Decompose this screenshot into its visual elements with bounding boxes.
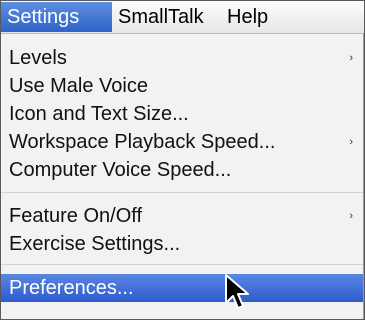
menu-item-exercise-settings[interactable]: Exercise Settings... bbox=[1, 230, 363, 258]
menu-item-levels[interactable]: Levels › bbox=[1, 44, 363, 72]
menu-item-label: Exercise Settings... bbox=[9, 233, 181, 255]
menu-item-label: Icon and Text Size... bbox=[9, 103, 189, 125]
settings-dropdown: Levels › Use Male Voice Icon and Text Si… bbox=[1, 34, 364, 319]
menu-item-preferences[interactable]: Preferences... bbox=[1, 274, 363, 302]
menu-separator bbox=[1, 192, 363, 193]
arrow-cursor-icon bbox=[225, 274, 249, 309]
menu-item-computer-voice-speed[interactable]: Computer Voice Speed... bbox=[1, 156, 363, 184]
menu-item-label: Computer Voice Speed... bbox=[9, 159, 232, 181]
menu-smalltalk[interactable]: SmallTalk bbox=[112, 2, 210, 32]
menu-item-label: Feature On/Off bbox=[9, 205, 143, 227]
submenu-arrow-icon: › bbox=[349, 210, 353, 222]
menu-item-label: Workspace Playback Speed... bbox=[9, 131, 276, 153]
menu-item-feature-on-off[interactable]: Feature On/Off › bbox=[1, 202, 363, 230]
menu-settings[interactable]: Settings bbox=[1, 2, 112, 32]
menu-help[interactable]: Help bbox=[221, 2, 274, 32]
submenu-arrow-icon: › bbox=[349, 52, 353, 64]
menu-item-icon-and-text-size[interactable]: Icon and Text Size... bbox=[1, 100, 363, 128]
menu-separator bbox=[1, 264, 363, 265]
menu-item-workspace-playback-speed[interactable]: Workspace Playback Speed... › bbox=[1, 128, 363, 156]
menubar: Settings SmallTalk Help bbox=[1, 1, 364, 34]
menu-item-label: Preferences... bbox=[9, 277, 134, 299]
menu-item-label: Levels bbox=[9, 47, 67, 69]
menu-window: Settings SmallTalk Help Levels › Use Mal… bbox=[0, 0, 365, 320]
menu-item-use-male-voice[interactable]: Use Male Voice bbox=[1, 72, 363, 100]
menu-item-label: Use Male Voice bbox=[9, 75, 148, 97]
submenu-arrow-icon: › bbox=[349, 136, 353, 148]
